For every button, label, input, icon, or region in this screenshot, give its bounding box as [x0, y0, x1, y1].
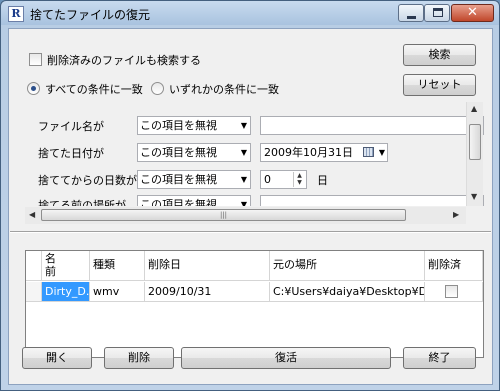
date-picker[interactable]: 2009年10月31日 ▼	[260, 143, 388, 162]
scroll-up-icon[interactable]: ▲	[471, 104, 477, 113]
chevron-down-icon: ▼	[240, 148, 247, 157]
scroll-right-icon[interactable]: ▶	[453, 210, 459, 219]
table-corner	[26, 251, 42, 281]
cell-type[interactable]: wmv	[90, 282, 145, 302]
results-table[interactable]: 名前 種類 削除日 元の場所 削除済 Dirty_D... wmv 2009/1…	[25, 250, 484, 358]
days-stepper[interactable]: 0 ▲ ▼	[260, 170, 307, 189]
horizontal-scroll-thumb[interactable]: |||	[41, 209, 406, 221]
cell-deleted-date[interactable]: 2009/10/31	[145, 282, 270, 302]
condition-label-days: 捨ててからの日数が	[38, 174, 137, 187]
restore-window: R 捨てたファイルの復元 ✕ 削除済みのファイルも検索する すべての条件に一致 …	[0, 0, 500, 391]
location-input[interactable]	[260, 195, 484, 206]
open-button[interactable]: 開く	[22, 347, 92, 369]
app-icon: R	[8, 6, 24, 22]
match-all-label: すべての条件に一致	[45, 83, 143, 96]
days-unit-label: 日	[317, 174, 328, 187]
spin-updown-icon[interactable]: ▲ ▼	[293, 172, 305, 187]
conditions-vertical-scrollbar[interactable]: ▲ ▼	[466, 102, 483, 206]
scroll-left-icon[interactable]: ◀	[29, 210, 35, 219]
column-header-type[interactable]: 種類	[90, 251, 145, 281]
maximize-icon	[433, 8, 443, 17]
chevron-down-icon: ▼	[240, 200, 247, 206]
condition-mode-date[interactable]: この項目を無視 ▼	[137, 143, 251, 162]
title-bar[interactable]: R 捨てたファイルの復元 ✕	[1, 1, 499, 27]
maximize-button[interactable]	[424, 4, 450, 22]
minimize-button[interactable]	[398, 4, 424, 22]
minimize-icon	[407, 16, 416, 19]
condition-mode-days[interactable]: この項目を無視 ▼	[137, 170, 251, 189]
client-area: 削除済みのファイルも検索する すべての条件に一致 いずれかの条件に一致 検索 リ…	[8, 28, 493, 385]
condition-mode-filename[interactable]: この項目を無視 ▼	[137, 116, 251, 135]
deleted-checkbox[interactable]	[445, 285, 458, 298]
conditions-panel: ファイル名が この項目を無視 ▼ 捨てた日付が この項目を無視 ▼ 2009年1…	[25, 102, 484, 206]
restore-button[interactable]: 復活	[181, 347, 391, 369]
reset-button[interactable]: リセット	[403, 74, 476, 96]
match-any-label: いずれかの条件に一致	[169, 83, 279, 96]
date-value: 2009年10月31日	[264, 146, 353, 159]
filename-input[interactable]	[260, 116, 484, 135]
search-deleted-label: 削除済みのファイルも検索する	[47, 54, 201, 67]
days-value: 0	[264, 173, 271, 186]
column-header-location[interactable]: 元の場所	[270, 251, 425, 281]
condition-mode-value: この項目を無視	[140, 146, 217, 159]
condition-label-location: 捨てる前の場所が	[38, 199, 126, 206]
exit-button[interactable]: 終了	[403, 347, 476, 369]
conditions-horizontal-scrollbar[interactable]: ◀ ||| ▶	[25, 207, 466, 224]
chevron-down-icon: ▼	[240, 121, 247, 130]
condition-mode-value: この項目を無視	[140, 198, 217, 206]
condition-label-date: 捨てた日付が	[38, 147, 104, 160]
cell-original-location[interactable]: C:¥Users¥daiya¥Desktop¥Di...	[270, 282, 425, 302]
calendar-icon[interactable]	[363, 147, 374, 157]
vertical-scroll-thumb[interactable]	[469, 124, 481, 160]
match-any-radio[interactable]	[151, 82, 164, 95]
section-divider	[10, 231, 491, 233]
condition-mode-value: この項目を無視	[140, 173, 217, 186]
search-button[interactable]: 検索	[403, 44, 476, 66]
column-header-deleted[interactable]: 削除済	[425, 251, 483, 281]
condition-label-filename: ファイル名が	[38, 120, 104, 133]
cell-name[interactable]: Dirty_D...	[42, 282, 90, 302]
column-header-name[interactable]: 名前	[42, 251, 90, 281]
chevron-down-icon: ▼	[240, 175, 247, 184]
cell-deleted[interactable]	[425, 282, 483, 302]
scroll-down-icon[interactable]: ▼	[471, 192, 477, 201]
condition-mode-location[interactable]: この項目を無視 ▼	[137, 195, 251, 206]
search-deleted-checkbox[interactable]	[29, 53, 42, 66]
condition-mode-value: この項目を無視	[140, 119, 217, 132]
column-header-deleted-date[interactable]: 削除日	[145, 251, 270, 281]
chevron-down-icon[interactable]: ▼	[379, 144, 385, 161]
delete-button[interactable]: 削除	[104, 347, 174, 369]
close-window-button[interactable]: ✕	[451, 4, 494, 22]
row-header[interactable]	[26, 282, 42, 302]
match-all-radio[interactable]	[27, 82, 40, 95]
close-icon: ✕	[467, 5, 478, 20]
window-title: 捨てたファイルの復元	[30, 8, 151, 22]
column-header-label: 名前	[45, 252, 56, 278]
